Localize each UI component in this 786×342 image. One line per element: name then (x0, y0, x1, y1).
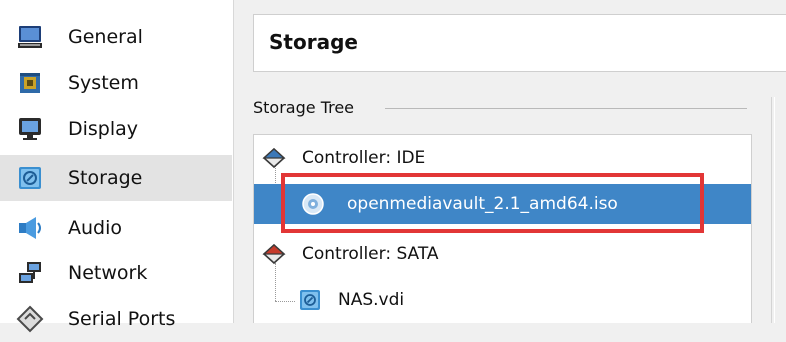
sidebar-item-label: General (68, 26, 143, 48)
pane-splitter[interactable] (771, 97, 775, 323)
page-title-panel: Storage (253, 14, 786, 72)
sata-controller-icon (262, 243, 286, 265)
page-title: Storage (269, 30, 358, 54)
ide-controller-icon (262, 147, 286, 169)
speaker-icon (19, 217, 41, 239)
sidebar-item-system[interactable]: System (0, 60, 232, 106)
sidebar-item-display[interactable]: Display (0, 106, 232, 152)
sidebar-item-label: Serial Ports (68, 308, 176, 330)
sidebar-item-label: System (68, 72, 139, 94)
tree-item-controller-ide[interactable]: Controller: IDE (254, 138, 751, 178)
sidebar-item-label: Display (68, 118, 139, 140)
network-icon (19, 262, 41, 283)
sidebar-item-label: Network (68, 262, 148, 284)
sidebar-item-label: Audio (68, 217, 123, 239)
storage-icon (19, 167, 41, 189)
chip-icon (20, 73, 40, 93)
sidebar-item-label: Storage (68, 167, 143, 189)
tree-item-nas-vdi[interactable]: NAS.vdi (254, 280, 751, 320)
sidebar-item-network[interactable]: Network (0, 250, 232, 296)
tree-item-controller-sata[interactable]: Controller: SATA (254, 234, 751, 274)
sidebar-item-audio[interactable]: Audio (0, 205, 232, 251)
sidebar-item-storage[interactable]: Storage (0, 155, 232, 201)
settings-sidebar: General System Display Storage Audio Net… (0, 0, 234, 333)
monitor-icon (18, 26, 42, 48)
sidebar-item-serial-ports[interactable]: Serial Ports (0, 296, 232, 342)
sidebar-item-general[interactable]: General (0, 14, 232, 60)
hard-disk-icon (300, 290, 320, 310)
tree-item-label: NAS.vdi (338, 290, 405, 310)
tree-item-label: Controller: SATA (302, 244, 439, 264)
display-icon (19, 118, 41, 140)
tree-item-label: Controller: IDE (302, 148, 426, 168)
highlight-annotation (281, 173, 704, 233)
group-divider (385, 108, 747, 109)
serial-port-icon (16, 305, 44, 333)
storage-tree-label: Storage Tree (253, 98, 355, 117)
